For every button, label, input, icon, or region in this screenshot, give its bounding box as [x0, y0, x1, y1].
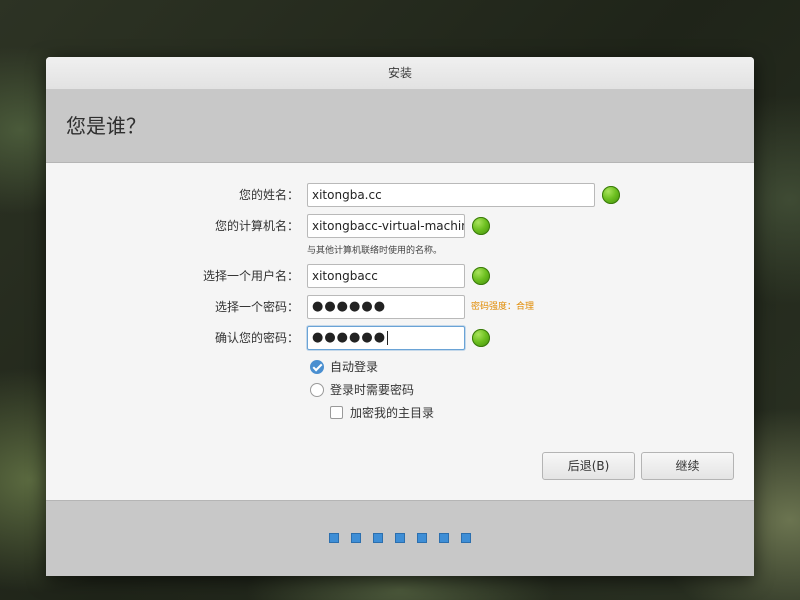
encrypt-home-label: 加密我的主目录	[350, 406, 435, 420]
window-title: 安装	[46, 57, 754, 90]
progress-step	[461, 533, 471, 543]
text-caret	[387, 330, 389, 345]
user-form: 您的姓名： xitongba.cc 您的计算机名： xitongbacc-vir…	[46, 162, 754, 500]
username-label: 选择一个用户名：	[202, 269, 299, 283]
name-ok-icon	[602, 186, 620, 204]
continue-button[interactable]: 继续	[641, 452, 734, 480]
confirm-row: 确认您的密码： ●●●●●●	[46, 326, 754, 350]
username-ok-icon	[472, 267, 490, 285]
password-row: 选择一个密码： ●●●●●● 密码强度：合理	[46, 295, 754, 319]
installer-window: 安装 您是谁？ 您的姓名： xitongba.cc 您的计算机名： xitong…	[46, 57, 754, 576]
progress-step	[351, 533, 361, 543]
progress-step	[439, 533, 449, 543]
confirm-label: 确认您的密码：	[214, 331, 299, 345]
progress-step	[329, 533, 339, 543]
auto-login-label: 自动登录	[330, 360, 379, 374]
page-header: 您是谁？	[46, 90, 754, 163]
progress-footer	[46, 500, 754, 576]
back-button[interactable]: 后退(B)	[542, 452, 635, 480]
password-value: ●●●●●●	[312, 299, 387, 314]
progress-step	[395, 533, 405, 543]
computer-label: 您的计算机名：	[214, 219, 299, 233]
progress-dots	[329, 533, 471, 544]
progress-step	[373, 533, 383, 543]
password-field[interactable]: ●●●●●●	[307, 295, 465, 319]
computer-ok-icon	[472, 217, 490, 235]
progress-step	[417, 533, 427, 543]
password-label: 选择一个密码：	[214, 300, 299, 314]
name-row: 您的姓名： xitongba.cc	[46, 183, 754, 207]
computer-name-field[interactable]: xitongbacc-virtual-machine	[307, 214, 465, 238]
require-password-label: 登录时需要密码	[330, 383, 415, 397]
auto-login-radio[interactable]	[310, 360, 324, 374]
confirm-password-value: ●●●●●●	[312, 330, 387, 345]
encrypt-home-checkbox[interactable]	[330, 406, 343, 419]
computer-row: 您的计算机名： xitongbacc-virtual-machine	[46, 214, 754, 238]
username-row: 选择一个用户名： xitongbacc	[46, 264, 754, 288]
confirm-ok-icon	[472, 329, 490, 347]
page-title: 您是谁？	[66, 114, 146, 138]
confirm-password-field[interactable]: ●●●●●●	[307, 326, 465, 350]
require-password-radio[interactable]	[310, 383, 324, 397]
password-strength: 密码强度：合理	[471, 302, 535, 312]
name-label: 您的姓名：	[238, 188, 299, 202]
name-field[interactable]: xitongba.cc	[307, 183, 595, 207]
computer-name-hint: 与其他计算机联络时使用的名称。	[307, 246, 443, 256]
username-field[interactable]: xitongbacc	[307, 264, 465, 288]
